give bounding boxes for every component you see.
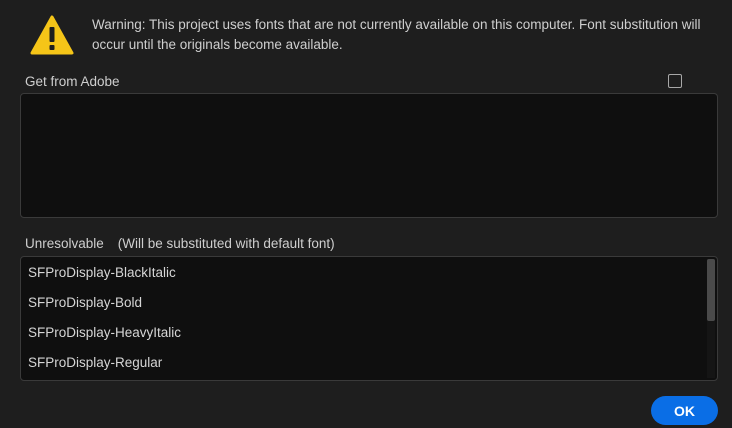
unresolvable-font-list[interactable]: SFProDisplay-BlackItalic SFProDisplay-Bo… — [20, 256, 718, 381]
font-list-item[interactable]: SFProDisplay-Regular — [21, 348, 717, 378]
unresolvable-header: Unresolvable (Will be substituted with de… — [25, 236, 335, 251]
missing-fonts-dialog: Warning: This project uses fonts that ar… — [0, 0, 732, 428]
font-list-item[interactable]: SFProDisplay-BlackItalic — [21, 258, 717, 288]
warning-icon — [30, 15, 74, 55]
get-from-adobe-label: Get from Adobe — [25, 74, 120, 89]
unresolvable-label: Unresolvable — [25, 236, 104, 251]
warning-message: Warning: This project uses fonts that ar… — [92, 17, 701, 52]
font-list-item[interactable]: SFProDisplay-HeavyItalic — [21, 318, 717, 348]
vertical-scrollbar[interactable] — [707, 259, 715, 378]
font-list-item[interactable]: SFProDisplay-Bold — [21, 288, 717, 318]
get-from-adobe-checkbox[interactable] — [668, 74, 682, 88]
unresolvable-note: (Will be substituted with default font) — [117, 236, 335, 251]
scrollbar-thumb[interactable] — [707, 259, 715, 321]
ok-button[interactable]: OK — [651, 396, 718, 425]
get-from-adobe-list — [20, 93, 718, 218]
